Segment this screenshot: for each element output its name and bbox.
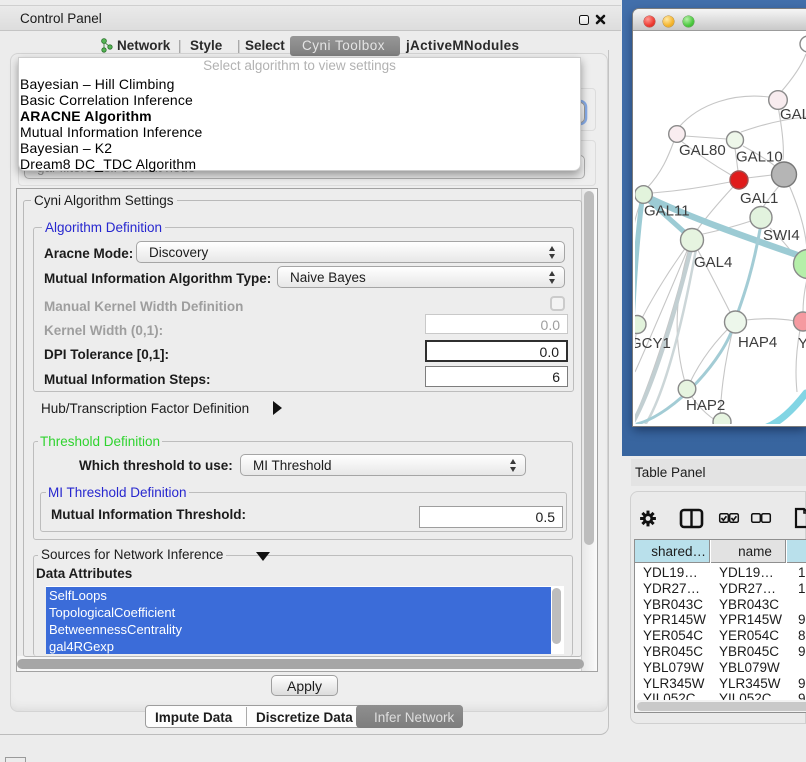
svg-text:HAP2: HAP2: [686, 397, 725, 414]
svg-text:GAL7: GAL7: [780, 106, 806, 123]
svg-text:GAL4: GAL4: [694, 254, 732, 271]
svg-text:HAP4: HAP4: [738, 334, 777, 351]
svg-text:GAL10: GAL10: [736, 149, 783, 166]
svg-text:GAL80: GAL80: [679, 142, 726, 159]
svg-text:GAL11: GAL11: [644, 203, 690, 220]
svg-text:GAL1: GAL1: [740, 190, 778, 207]
svg-text:SWI4: SWI4: [763, 227, 800, 244]
svg-text:Y: Y: [798, 335, 806, 352]
svg-text:GCY1: GCY1: [635, 335, 671, 352]
